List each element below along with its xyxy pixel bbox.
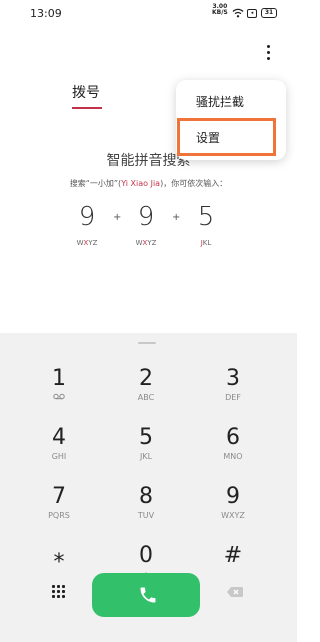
tab-indicator (72, 107, 102, 109)
voicemail-icon (24, 392, 94, 404)
key-4[interactable]: 4 GHI (24, 425, 94, 477)
key-9[interactable]: 9 WXYZ (198, 484, 268, 536)
key-6[interactable]: 6 MNO (198, 425, 268, 477)
backspace-icon[interactable] (226, 586, 244, 598)
wifi-icon (232, 8, 244, 18)
call-button[interactable] (92, 573, 200, 617)
example-digit: 5 (197, 202, 215, 232)
example-letters: WXYZ (76, 239, 98, 247)
example-digit: 9 (137, 202, 155, 232)
battery-icon: 31 (261, 8, 277, 18)
smart-search-desc: 搜索“一小加”(Yi Xiao Jia)，你可依次输入： (69, 179, 228, 188)
tab-dial[interactable]: 拨号 (72, 82, 100, 102)
key-1[interactable]: 1 (24, 366, 94, 418)
example-letters: WXYZ (135, 239, 157, 247)
key-5[interactable]: 5 JKL (111, 425, 181, 477)
example-digit: 9 (78, 202, 96, 232)
plus-sign: + (113, 212, 122, 223)
sim-icon: ◂ (247, 9, 257, 18)
status-time: 13:09 (30, 7, 62, 20)
key-8[interactable]: 8 TUV (111, 484, 181, 536)
example-letters: JKL (200, 239, 212, 247)
menu-item-harassment-block[interactable]: 骚扰拦截 (176, 84, 286, 120)
status-bar: 13:09 3.00 KB/S ◂ 31 (0, 0, 297, 30)
more-options-icon[interactable] (262, 43, 274, 65)
keypad-handle[interactable] (138, 342, 156, 344)
key-2[interactable]: 2 ABC (111, 366, 181, 418)
plus-sign: + (172, 212, 181, 223)
network-speed: 3.00 KB/S (212, 3, 228, 16)
key-7[interactable]: 7 PQRS (24, 484, 94, 536)
highlight-box (177, 118, 276, 156)
key-3[interactable]: 3 DEF (198, 366, 268, 418)
dialpad-grid-icon[interactable] (52, 585, 66, 599)
phone-icon (140, 587, 156, 603)
